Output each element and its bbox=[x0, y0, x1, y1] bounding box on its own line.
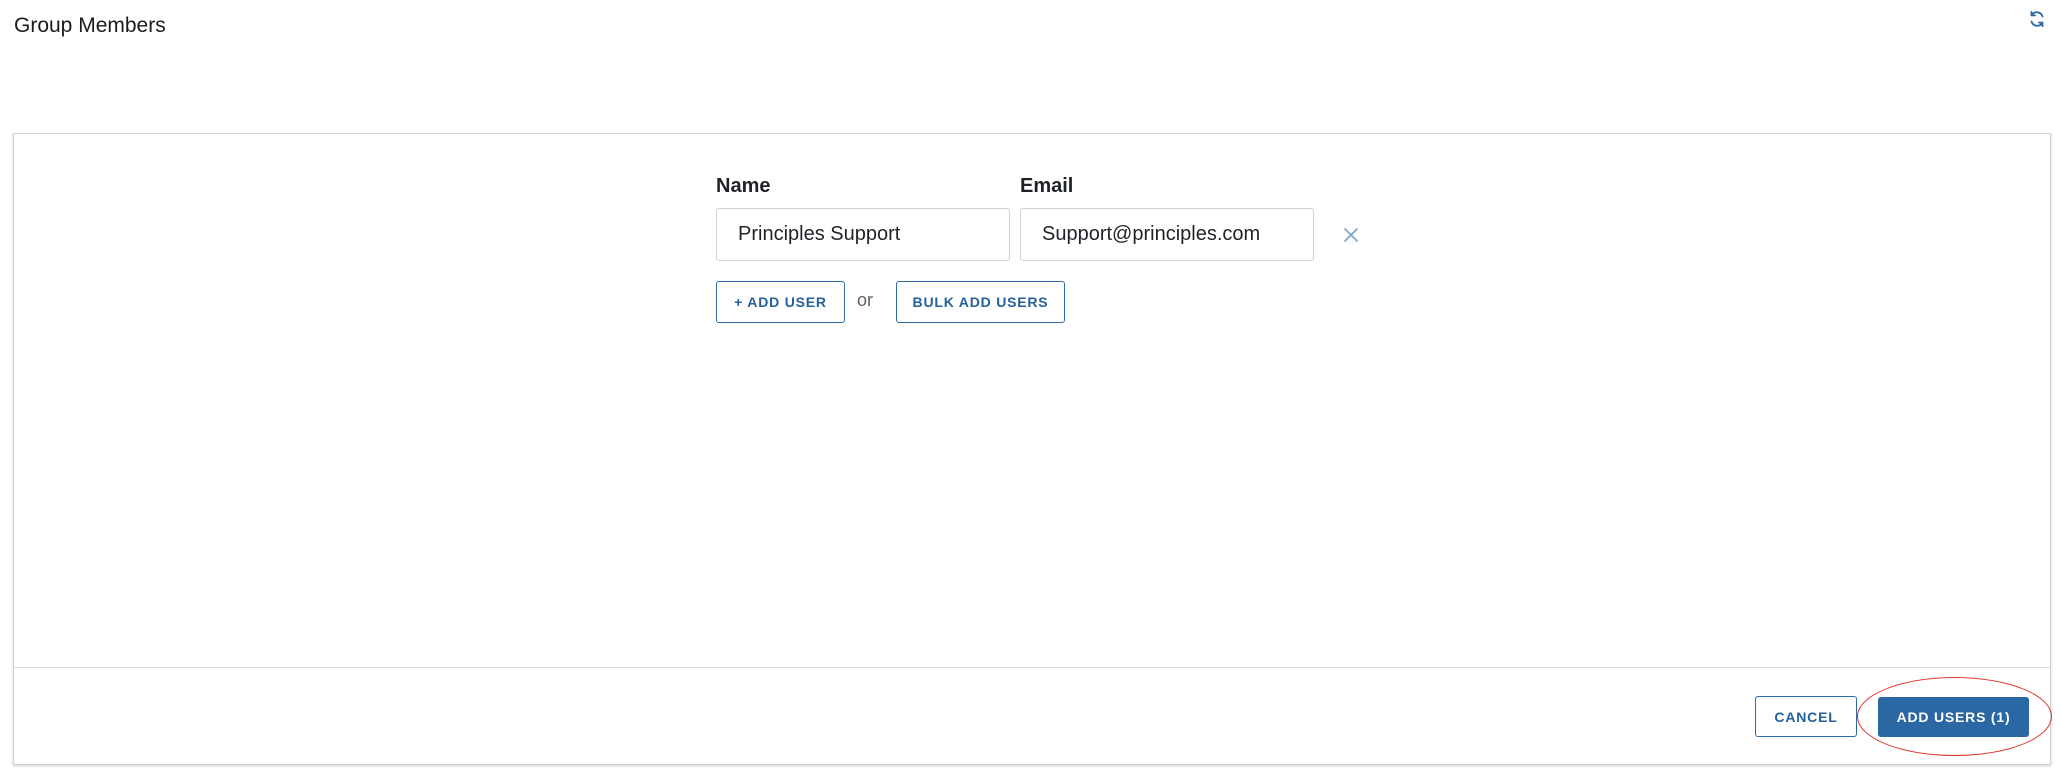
refresh-icon bbox=[2030, 10, 2044, 28]
name-label: Name bbox=[716, 175, 771, 197]
bulk-add-users-button[interactable]: BULK ADD USERS bbox=[896, 281, 1065, 323]
refresh-button[interactable] bbox=[2024, 6, 2050, 32]
email-label: Email bbox=[1020, 175, 1074, 197]
group-members-page: Group Members Name Email + ADD USER or B… bbox=[0, 0, 2061, 771]
add-users-panel: Name Email + ADD USER or BULK ADD USERS … bbox=[13, 133, 2052, 765]
or-separator: or bbox=[857, 290, 874, 310]
cancel-button[interactable]: CANCEL bbox=[1755, 696, 1857, 737]
footer-divider bbox=[14, 667, 2050, 668]
add-user-button[interactable]: + ADD USER bbox=[716, 281, 845, 323]
name-input[interactable] bbox=[716, 208, 1010, 261]
close-icon bbox=[1344, 228, 1358, 242]
add-users-button[interactable]: ADD USERS (1) bbox=[1878, 697, 2029, 737]
remove-user-button[interactable] bbox=[1338, 222, 1364, 248]
email-input[interactable] bbox=[1020, 208, 1314, 261]
page-title: Group Members bbox=[14, 14, 166, 37]
